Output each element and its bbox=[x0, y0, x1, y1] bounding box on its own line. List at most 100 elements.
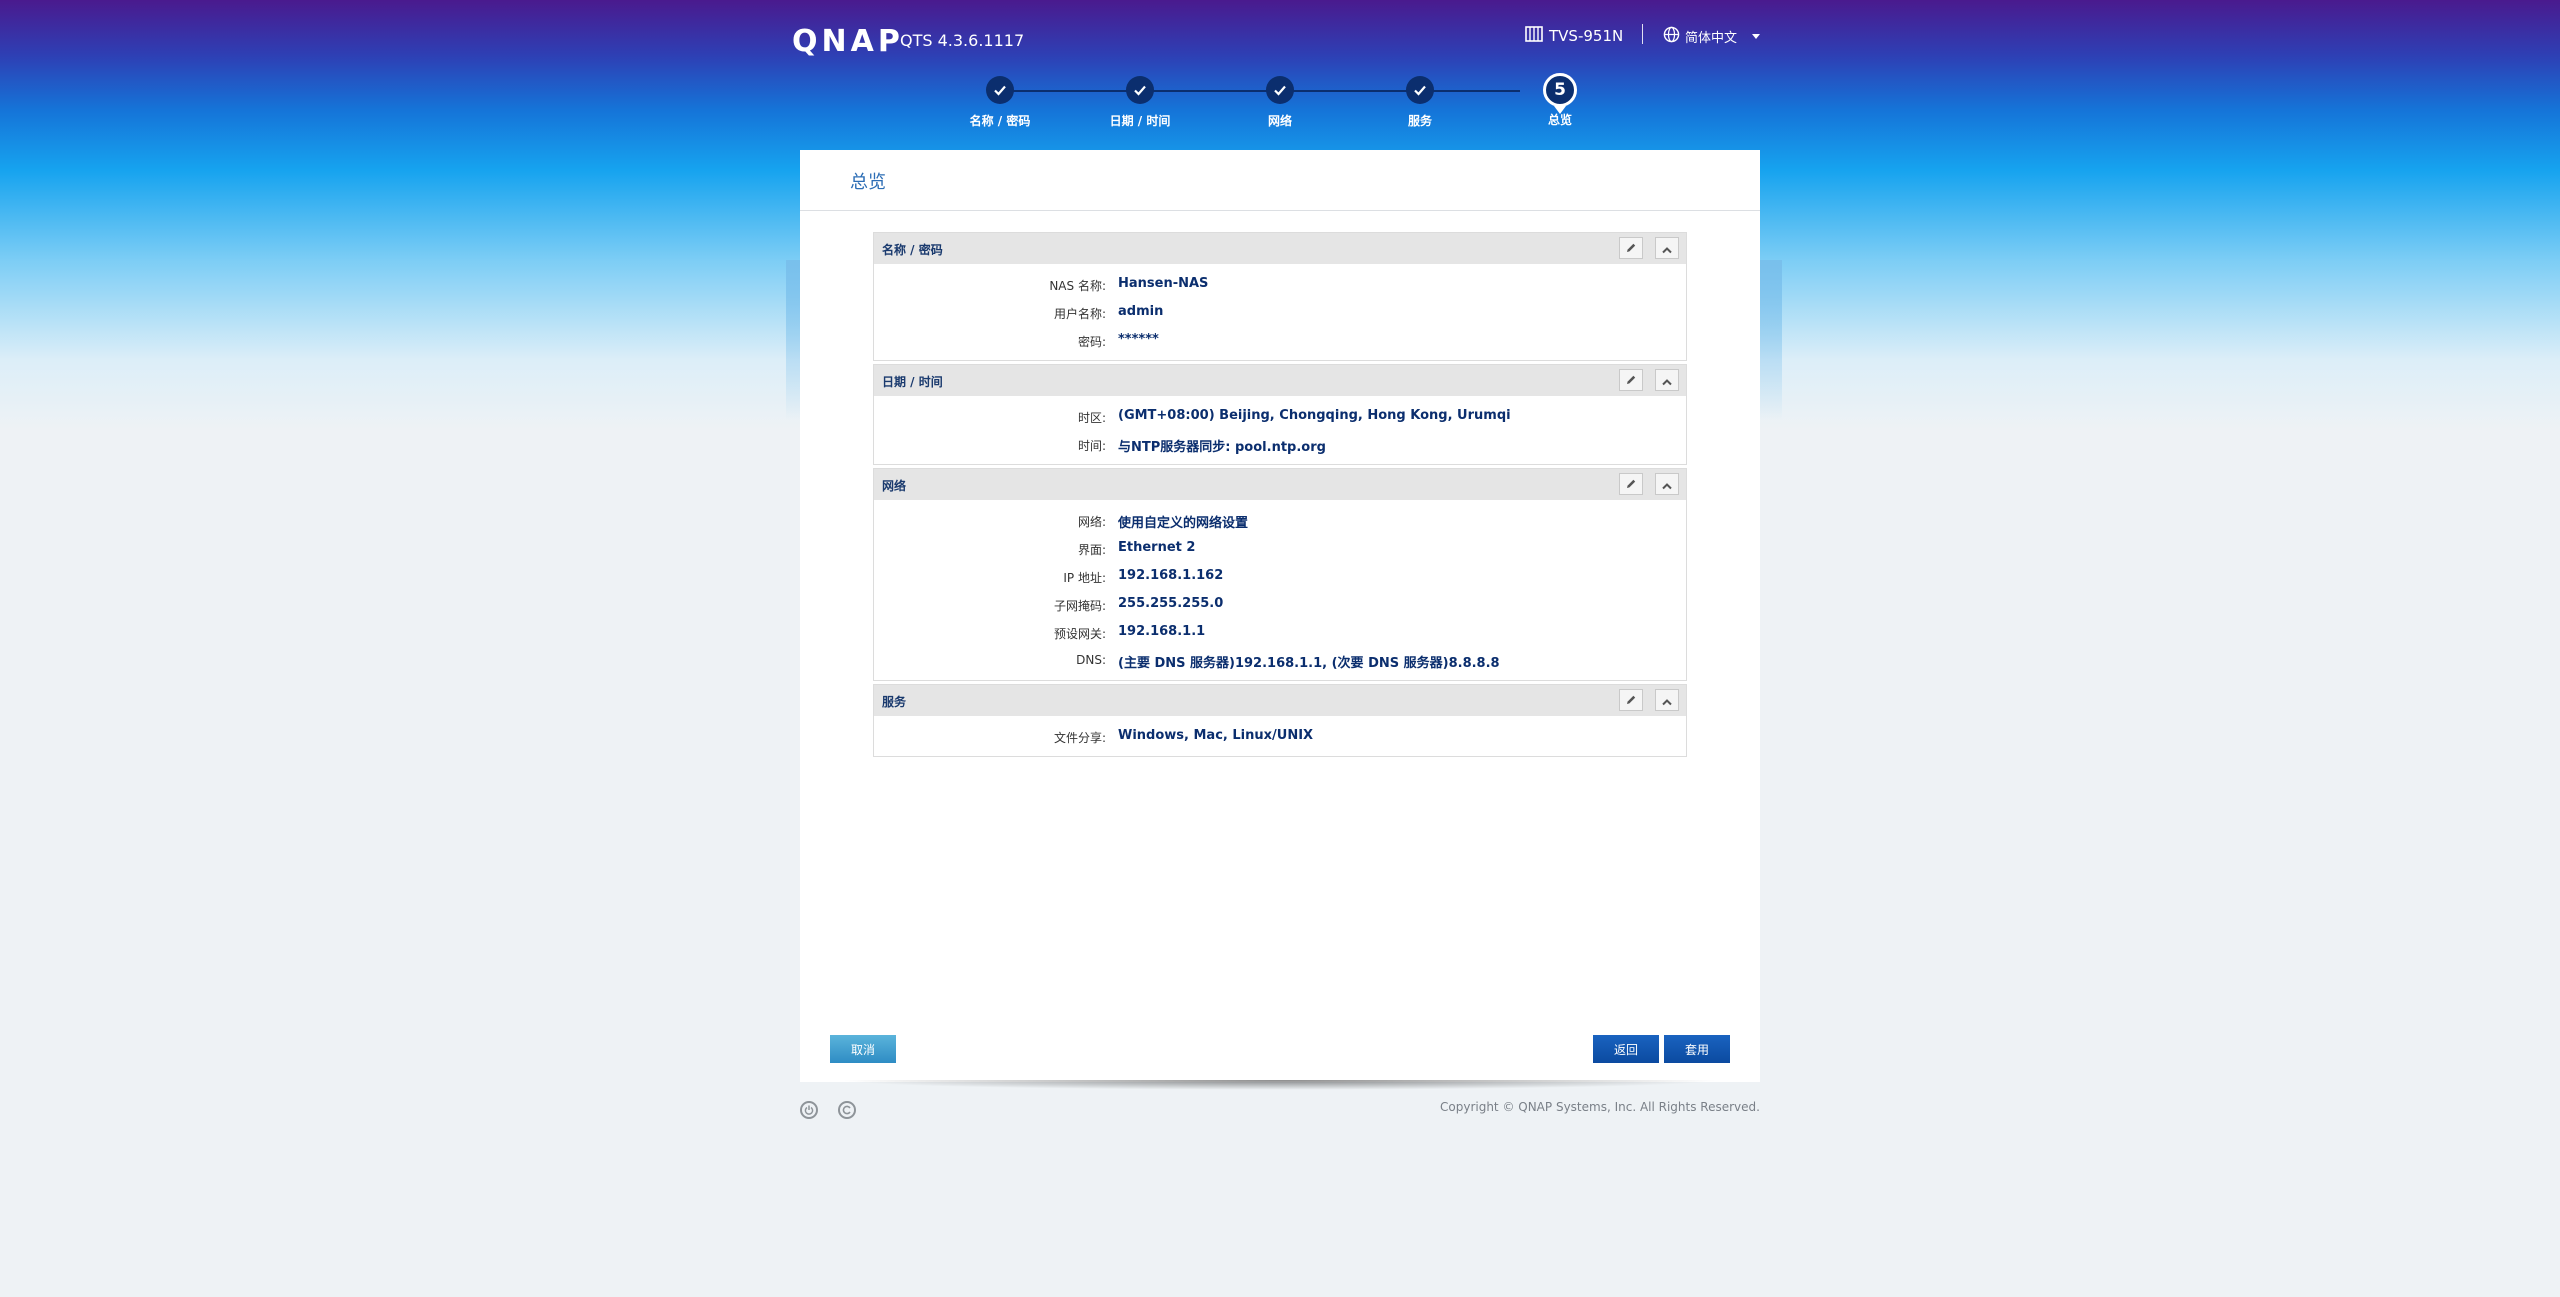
section-header: 日期 / 时间 bbox=[874, 365, 1686, 396]
language-selector[interactable]: 简体中文 bbox=[1663, 26, 1761, 47]
chevron-up-icon bbox=[1662, 371, 1672, 390]
pencil-icon bbox=[1625, 475, 1637, 494]
section-header: 名称 / 密码 bbox=[874, 233, 1686, 264]
checkmark-icon bbox=[1126, 76, 1154, 104]
pencil-icon bbox=[1625, 371, 1637, 390]
summary-row: 时区: (GMT+08:00) Beijing, Chongqing, Hong … bbox=[874, 403, 1686, 431]
chevron-up-icon bbox=[1662, 475, 1672, 494]
section-title: 名称 / 密码 bbox=[882, 243, 943, 257]
summary-row: 文件分享: Windows, Mac, Linux/UNIX bbox=[874, 723, 1686, 751]
cancel-button[interactable]: 取消 bbox=[830, 1035, 896, 1063]
section-date-time: 日期 / 时间 时区: (GMT+08:00) Beijing, Chongqin… bbox=[873, 364, 1687, 465]
row-label: 时间: bbox=[1077, 439, 1106, 453]
row-label: 密码: bbox=[1077, 335, 1106, 349]
row-label: 时区: bbox=[1077, 411, 1106, 425]
step-services: 服务 bbox=[1350, 70, 1490, 129]
section-header: 服务 bbox=[874, 685, 1686, 716]
summary-row: 用户名称: admin bbox=[874, 299, 1686, 327]
row-value: 192.168.1.162 bbox=[1118, 568, 1224, 583]
summary-row: 预设网关: 192.168.1.1 bbox=[874, 619, 1686, 647]
back-button[interactable]: 返回 bbox=[1593, 1035, 1659, 1063]
row-value: ****** bbox=[1118, 332, 1159, 347]
row-value: 255.255.255.0 bbox=[1118, 596, 1224, 611]
section-body: 文件分享: Windows, Mac, Linux/UNIX bbox=[874, 716, 1686, 756]
row-label: IP 地址: bbox=[1063, 571, 1106, 585]
step-date-time: 日期 / 时间 bbox=[1070, 70, 1210, 129]
panel-shadow bbox=[838, 1080, 1722, 1090]
edit-button[interactable] bbox=[1619, 473, 1643, 495]
row-label: 文件分享: bbox=[1053, 731, 1106, 745]
summary-row: IP 地址: 192.168.1.162 bbox=[874, 563, 1686, 591]
firmware-version: QTS 4.3.6.1117 bbox=[900, 31, 1025, 50]
summary-row: NAS 名称: Hansen-NAS bbox=[874, 271, 1686, 299]
step-label: 名称 / 密码 bbox=[969, 114, 1031, 128]
panel-glow-right bbox=[1760, 260, 1782, 420]
section-body: 时区: (GMT+08:00) Beijing, Chongqing, Hong … bbox=[874, 396, 1686, 464]
checkmark-icon bbox=[1266, 76, 1294, 104]
step-label: 日期 / 时间 bbox=[1109, 114, 1171, 128]
step-number: 5 bbox=[1543, 73, 1577, 114]
row-label: 预设网关: bbox=[1053, 627, 1106, 641]
row-label: 网络: bbox=[1077, 515, 1106, 529]
pencil-icon bbox=[1625, 239, 1637, 258]
row-value: Ethernet 2 bbox=[1118, 540, 1196, 555]
collapse-button[interactable] bbox=[1655, 237, 1679, 259]
section-header: 网络 bbox=[874, 469, 1686, 500]
section-network: 网络 网络: 使用自定义的网络设置 界面: Ethernet 2 IP 地址: 192… bbox=[873, 468, 1687, 681]
section-title: 网络 bbox=[882, 479, 907, 493]
section-name-password: 名称 / 密码 NAS 名称: Hansen-NAS 用户名称: admin 密码:… bbox=[873, 232, 1687, 361]
collapse-button[interactable] bbox=[1655, 473, 1679, 495]
setup-stepper: 名称 / 密码 日期 / 时间 网络 服务 5 总览 bbox=[960, 70, 1600, 140]
language-label: 简体中文 bbox=[1685, 31, 1738, 46]
copyright-text: Copyright © QNAP Systems, Inc. All Right… bbox=[1440, 1100, 1760, 1114]
step-name-password: 名称 / 密码 bbox=[930, 70, 1070, 129]
edit-button[interactable] bbox=[1619, 237, 1643, 259]
step-summary: 5 总览 bbox=[1490, 70, 1630, 128]
section-title: 日期 / 时间 bbox=[882, 375, 943, 389]
title-divider bbox=[800, 210, 1760, 211]
row-value: 与NTP服务器同步: pool.ntp.org bbox=[1118, 440, 1326, 455]
pencil-icon bbox=[1625, 691, 1637, 710]
step-label: 服务 bbox=[1407, 114, 1432, 128]
step-network: 网络 bbox=[1210, 70, 1350, 129]
row-value: 使用自定义的网络设置 bbox=[1118, 516, 1249, 531]
row-value: Hansen-NAS bbox=[1118, 276, 1209, 291]
checkmark-icon bbox=[986, 76, 1014, 104]
checkmark-icon bbox=[1406, 76, 1434, 104]
globe-icon bbox=[1663, 26, 1680, 47]
summary-panel: 总览 名称 / 密码 NAS 名称: Hansen-NAS 用户名称: admin … bbox=[800, 150, 1760, 1082]
chevron-up-icon bbox=[1662, 691, 1672, 710]
collapse-button[interactable] bbox=[1655, 369, 1679, 391]
step-label: 网络 bbox=[1267, 114, 1292, 128]
row-label: NAS 名称: bbox=[1049, 279, 1106, 293]
nas-device-icon bbox=[1525, 26, 1543, 46]
section-title: 服务 bbox=[882, 695, 907, 709]
refresh-icon[interactable] bbox=[838, 1101, 856, 1119]
summary-row: 网络: 使用自定义的网络设置 bbox=[874, 507, 1686, 535]
apply-button[interactable]: 套用 bbox=[1664, 1035, 1730, 1063]
device-model: TVS-951N bbox=[1525, 26, 1623, 46]
row-label: DNS: bbox=[1076, 653, 1106, 667]
summary-sections: 名称 / 密码 NAS 名称: Hansen-NAS 用户名称: admin 密码:… bbox=[873, 232, 1687, 760]
row-label: 子网掩码: bbox=[1053, 599, 1106, 613]
summary-row: DNS: (主要 DNS 服务器)192.168.1.1, (次要 DNS 服务器… bbox=[874, 647, 1686, 675]
chevron-up-icon bbox=[1662, 239, 1672, 258]
section-body: 网络: 使用自定义的网络设置 界面: Ethernet 2 IP 地址: 192.16… bbox=[874, 500, 1686, 680]
edit-button[interactable] bbox=[1619, 689, 1643, 711]
power-icon[interactable] bbox=[800, 1101, 818, 1119]
summary-row: 时间: 与NTP服务器同步: pool.ntp.org bbox=[874, 431, 1686, 459]
row-label: 用户名称: bbox=[1053, 307, 1106, 321]
qnap-logo: QNAP bbox=[792, 24, 904, 59]
summary-row: 界面: Ethernet 2 bbox=[874, 535, 1686, 563]
device-model-label: TVS-951N bbox=[1549, 27, 1624, 45]
row-value: (GMT+08:00) Beijing, Chongqing, Hong Kon… bbox=[1118, 408, 1511, 423]
row-label: 界面: bbox=[1077, 543, 1106, 557]
chevron-down-icon bbox=[1752, 34, 1761, 39]
row-value: Windows, Mac, Linux/UNIX bbox=[1118, 728, 1314, 743]
header-divider bbox=[1642, 24, 1643, 44]
row-value: (主要 DNS 服务器)192.168.1.1, (次要 DNS 服务器)8.8… bbox=[1118, 656, 1500, 671]
collapse-button[interactable] bbox=[1655, 689, 1679, 711]
row-value: 192.168.1.1 bbox=[1118, 624, 1206, 639]
row-value: admin bbox=[1118, 304, 1164, 319]
edit-button[interactable] bbox=[1619, 369, 1643, 391]
